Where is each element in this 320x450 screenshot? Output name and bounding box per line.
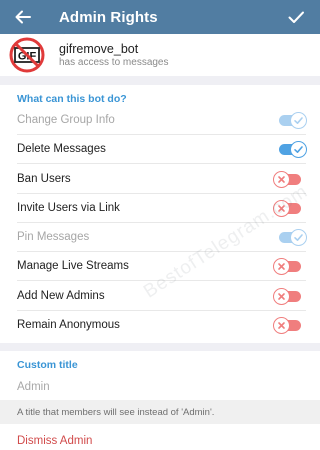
permission-label: Add New Admins (17, 289, 105, 302)
custom-title-hint: A title that members will see instead of… (17, 407, 215, 418)
cross-icon (273, 316, 290, 334)
permission-row[interactable]: Delete Messages (0, 135, 320, 165)
permission-row: Change Group Info (0, 106, 320, 135)
permission-toggle[interactable] (273, 258, 301, 276)
permission-toggle[interactable] (279, 141, 307, 159)
permission-label: Pin Messages (17, 231, 90, 243)
permissions-header: What can this bot do? (17, 93, 127, 105)
custom-title-input[interactable] (17, 378, 307, 396)
permission-label: Remain Anonymous (17, 318, 120, 331)
custom-title-label: Custom title (17, 359, 78, 371)
permission-toggle[interactable] (273, 287, 301, 305)
permission-row: Pin Messages (0, 223, 320, 252)
permission-row[interactable]: Remain Anonymous (0, 311, 320, 340)
permission-row[interactable]: Ban Users (0, 165, 320, 194)
checkmark-icon (290, 141, 307, 159)
permission-label: Change Group Info (17, 114, 115, 126)
section-divider (0, 343, 320, 351)
custom-title-hint-bar: A title that members will see instead of… (0, 400, 320, 424)
permission-toggle[interactable] (273, 316, 301, 334)
bot-subtitle: has access to messages (59, 57, 169, 68)
cross-icon (273, 258, 290, 276)
app-header: Admin Rights (0, 0, 320, 34)
permission-toggle (279, 112, 307, 129)
save-check-icon[interactable] (286, 7, 306, 27)
permission-label: Ban Users (17, 172, 71, 185)
cross-icon (273, 170, 290, 188)
permission-label: Manage Live Streams (17, 260, 129, 273)
bot-card: GIF gifremove_bot has access to messages (0, 34, 320, 76)
checkmark-icon (290, 112, 307, 129)
page-title: Admin Rights (59, 9, 158, 26)
dismiss-admin-button[interactable]: Dismiss Admin (17, 435, 92, 447)
bot-avatar: GIF (9, 37, 45, 73)
permission-label: Delete Messages (17, 143, 106, 156)
bot-name: gifremove_bot (59, 42, 139, 56)
back-arrow-icon[interactable] (13, 7, 33, 27)
permission-toggle (279, 229, 307, 246)
permission-label: Invite Users via Link (17, 201, 120, 214)
cross-icon (273, 287, 290, 305)
section-divider (0, 76, 320, 85)
checkmark-icon (290, 229, 307, 246)
